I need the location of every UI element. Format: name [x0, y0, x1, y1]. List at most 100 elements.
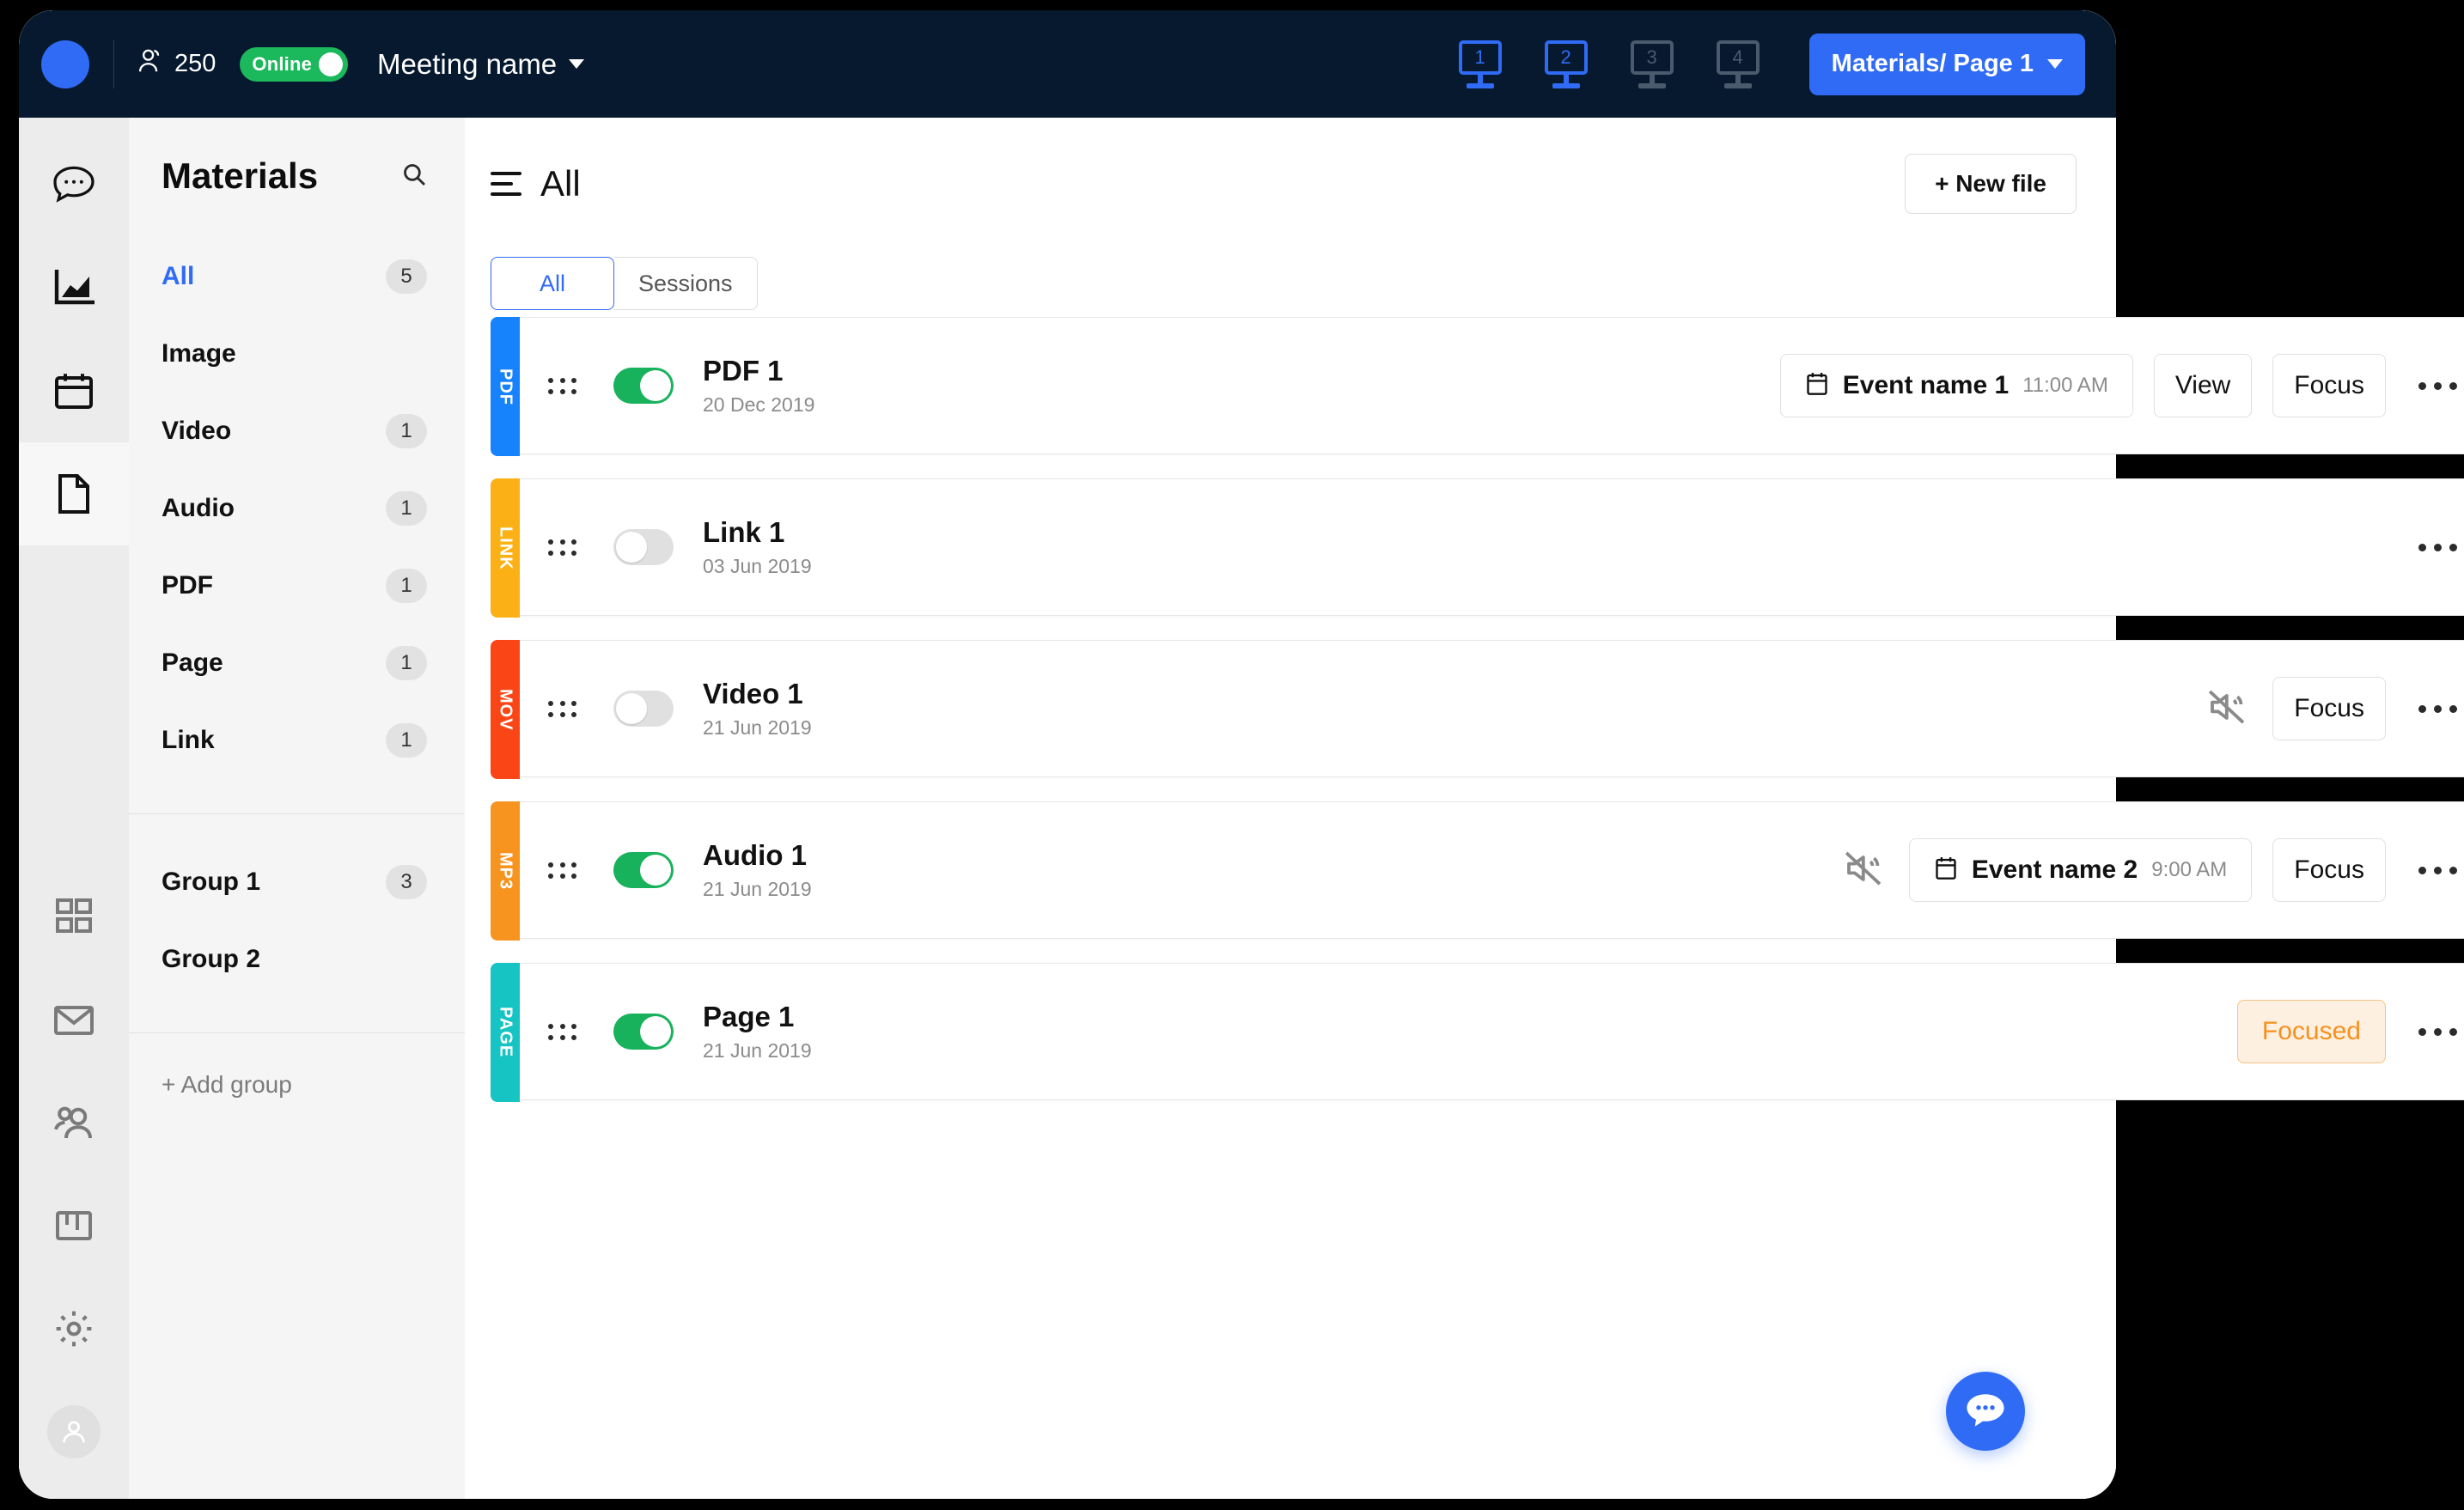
mute-icon[interactable] — [2207, 689, 2248, 729]
online-status-label: Online — [252, 52, 313, 75]
online-status-toggle[interactable]: Online — [240, 46, 349, 82]
rail-item-calendar[interactable] — [19, 339, 129, 442]
sidebar-item-label: Group 1 — [162, 868, 261, 896]
document-icon — [55, 472, 93, 515]
status-badge[interactable]: Focused — [2236, 1000, 2386, 1063]
table-row[interactable]: PDF PDF 1 20 Dec 2019 Event name 1 11:00… — [491, 317, 2464, 456]
file-date: 21 Jun 2019 — [703, 878, 812, 901]
table-row[interactable]: PAGE Page 1 21 Jun 2019 Focused — [491, 963, 2464, 1102]
drag-handle-icon[interactable] — [548, 539, 577, 556]
materials-page-label: Materials/ Page 1 — [1831, 50, 2034, 77]
calendar-icon — [53, 371, 95, 411]
sidebar-item-label: PDF — [162, 571, 213, 600]
sidebar-item-label: Page — [162, 648, 223, 677]
more-options-icon[interactable] — [2406, 858, 2464, 883]
screen-button-1[interactable]: 1 — [1457, 40, 1503, 88]
sidebar-item-group-2[interactable]: Group 2 — [129, 921, 465, 998]
sidebar-item-label: All — [162, 262, 195, 290]
table-row[interactable]: MP3 Audio 1 21 Jun 2019 Event name 2 9:0… — [491, 801, 2464, 941]
file-enable-toggle[interactable] — [613, 1014, 674, 1050]
drag-handle-icon[interactable] — [548, 700, 577, 717]
file-meta: Link 1 03 Jun 2019 — [703, 516, 812, 579]
view-button[interactable]: View — [2153, 354, 2253, 417]
sidebar-item-group-1[interactable]: Group 1 3 — [129, 843, 465, 921]
file-name: Link 1 — [703, 515, 785, 548]
main-title: All — [540, 163, 581, 204]
event-name: Event name 1 — [1842, 371, 2010, 399]
sidebar-item-count: 1 — [386, 491, 427, 526]
rail-item-profile[interactable] — [19, 1380, 129, 1483]
file-enable-toggle[interactable] — [613, 368, 674, 404]
drag-handle-icon[interactable] — [548, 1023, 577, 1040]
focus-button[interactable]: Focus — [2272, 354, 2386, 417]
drag-handle-icon[interactable] — [548, 377, 577, 394]
rail-item-analytics[interactable] — [19, 236, 129, 339]
icon-rail — [19, 118, 129, 1499]
row-actions: Event name 2 9:00 AM Focus — [1844, 838, 2464, 902]
topbar-divider — [113, 40, 114, 88]
table-row[interactable]: LINK Link 1 03 Jun 2019 — [491, 478, 2464, 618]
file-meta: PDF 1 20 Dec 2019 — [703, 355, 814, 417]
file-enable-toggle[interactable] — [613, 529, 674, 565]
chat-fab-button[interactable] — [1946, 1372, 2025, 1451]
more-options-icon[interactable] — [2406, 1020, 2464, 1044]
more-options-icon[interactable] — [2406, 697, 2464, 722]
row-actions — [2406, 535, 2464, 560]
screen-button-3[interactable]: 3 — [1629, 40, 1675, 88]
analytics-icon — [53, 270, 95, 306]
sidebar-item-label: Audio — [162, 494, 235, 522]
rail-item-settings[interactable] — [19, 1277, 129, 1380]
event-chip[interactable]: Event name 2 9:00 AM — [1908, 838, 2253, 902]
monitor-icon: 3 — [1630, 40, 1674, 75]
file-meta: Video 1 21 Jun 2019 — [703, 678, 812, 740]
screen-button-4[interactable]: 4 — [1715, 40, 1761, 88]
drag-handle-icon[interactable] — [548, 862, 577, 879]
tab-all[interactable]: All — [491, 257, 614, 310]
grid-icon — [54, 897, 94, 936]
file-type-tag: LINK — [491, 478, 520, 618]
sidebar-item-page[interactable]: Page 1 — [129, 624, 465, 702]
list-view-icon[interactable] — [491, 172, 521, 196]
event-chip[interactable]: Event name 1 11:00 AM — [1779, 354, 2133, 417]
more-options-icon[interactable] — [2406, 535, 2464, 560]
sidebar-item-image[interactable]: Image — [129, 315, 465, 393]
online-toggle-knob — [319, 52, 344, 76]
sidebar-item-link[interactable]: Link 1 — [129, 702, 465, 779]
rail-item-dashboard[interactable] — [19, 865, 129, 968]
chat-bubble-icon — [1965, 1391, 2006, 1432]
table-row[interactable]: MOV Video 1 21 Jun 2019 Focus — [491, 640, 2464, 779]
participants-count-value: 250 — [174, 50, 217, 77]
sidebar-item-video[interactable]: Video 1 — [129, 393, 465, 470]
file-type-label: MOV — [496, 688, 515, 731]
file-enable-toggle[interactable] — [613, 691, 674, 727]
meeting-name-dropdown[interactable]: Meeting name — [377, 48, 585, 81]
tab-sessions[interactable]: Sessions — [614, 257, 758, 310]
screen-button-2[interactable]: 2 — [1543, 40, 1589, 88]
file-name: PDF 1 — [703, 354, 784, 387]
rail-item-people[interactable] — [19, 1071, 129, 1174]
sidebar-item-count: 1 — [386, 723, 427, 758]
sidebar-item-all[interactable]: All 5 — [129, 238, 465, 315]
more-options-icon[interactable] — [2406, 374, 2464, 399]
rail-item-chat[interactable] — [19, 133, 129, 236]
materials-group-list: Group 1 3 Group 2 — [129, 814, 465, 998]
focus-button[interactable]: Focus — [2272, 677, 2386, 740]
materials-page-dropdown-button[interactable]: Materials/ Page 1 — [1808, 33, 2085, 95]
sidebar-item-audio[interactable]: Audio 1 — [129, 470, 465, 547]
focus-button[interactable]: Focus — [2272, 838, 2386, 902]
search-icon[interactable] — [401, 161, 427, 192]
rail-item-mail[interactable] — [19, 968, 129, 1071]
rail-item-documents[interactable] — [19, 442, 129, 545]
file-enable-toggle[interactable] — [613, 852, 674, 888]
new-file-button[interactable]: + New file — [1905, 154, 2077, 214]
file-type-label: PAGE — [496, 1007, 515, 1058]
monitor-icon: 1 — [1458, 40, 1502, 75]
sidebar-item-pdf[interactable]: PDF 1 — [129, 547, 465, 624]
file-date: 21 Jun 2019 — [703, 1039, 812, 1062]
rail-item-board[interactable] — [19, 1174, 129, 1277]
mute-icon[interactable] — [1844, 850, 1885, 891]
chat-icon — [52, 166, 96, 204]
file-name: Audio 1 — [703, 838, 807, 871]
brand-logo[interactable] — [41, 40, 89, 88]
add-group-button[interactable]: + Add group — [129, 1033, 465, 1099]
